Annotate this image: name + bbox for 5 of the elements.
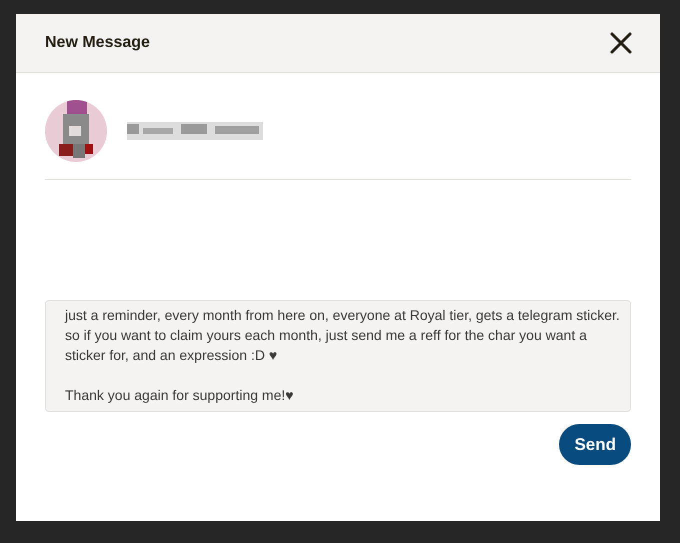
dialog-title: New Message [45,33,150,53]
close-icon [610,32,632,54]
send-button[interactable]: Send [559,424,631,465]
close-button[interactable] [608,30,634,56]
message-field[interactable]: just a reminder, every month from here on, everyone at Royal tier, gets a telegram sticker. so if you want to claim yours each month, just send me a reff for the char you want a sticker for, and an expression :D ♥ Thank you again for supporting me!♥ [45,300,631,412]
